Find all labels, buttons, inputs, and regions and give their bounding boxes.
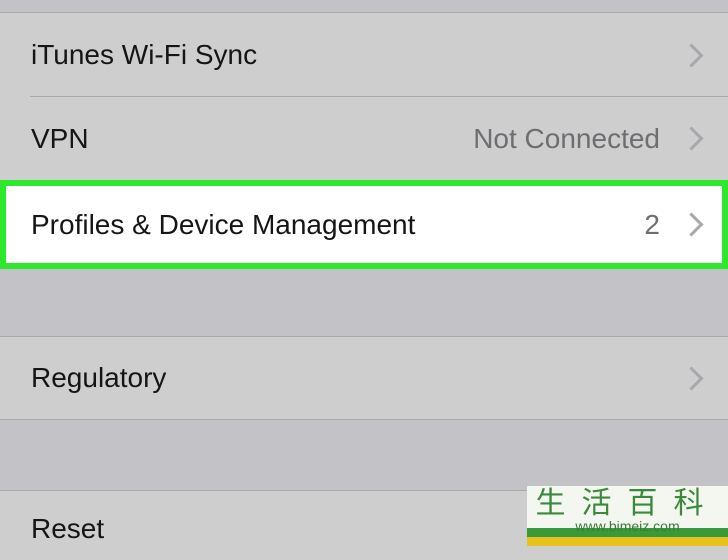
row-label: Reset — [31, 513, 105, 544]
row-label: Profiles & Device Management — [31, 208, 416, 240]
chevron-right-icon — [679, 365, 704, 391]
chevron-right-icon — [679, 42, 704, 68]
row-label: Regulatory — [31, 362, 167, 393]
watermark-logo: 生活百科 www.bimeiz.com — [527, 486, 728, 546]
row-regulatory[interactable]: Regulatory — [0, 336, 728, 420]
watermark-chinese: 生活百科 — [535, 486, 720, 521]
profile-count: 2 — [644, 208, 660, 240]
watermark-url: www.bimeiz.com — [575, 518, 680, 534]
top-separator — [0, 0, 728, 13]
vpn-status: Not Connected — [473, 122, 660, 154]
row-itunes-wifi-sync[interactable]: iTunes Wi-Fi Sync — [0, 13, 728, 97]
row-label: iTunes Wi-Fi Sync — [31, 39, 258, 70]
chevron-right-icon — [679, 212, 704, 237]
row-profiles-device-management[interactable]: Profiles & Device Management 2 — [0, 180, 728, 269]
row-vpn[interactable]: VPN Not Connected — [0, 97, 728, 180]
chevron-right-icon — [679, 126, 704, 151]
row-label: VPN — [31, 122, 89, 154]
